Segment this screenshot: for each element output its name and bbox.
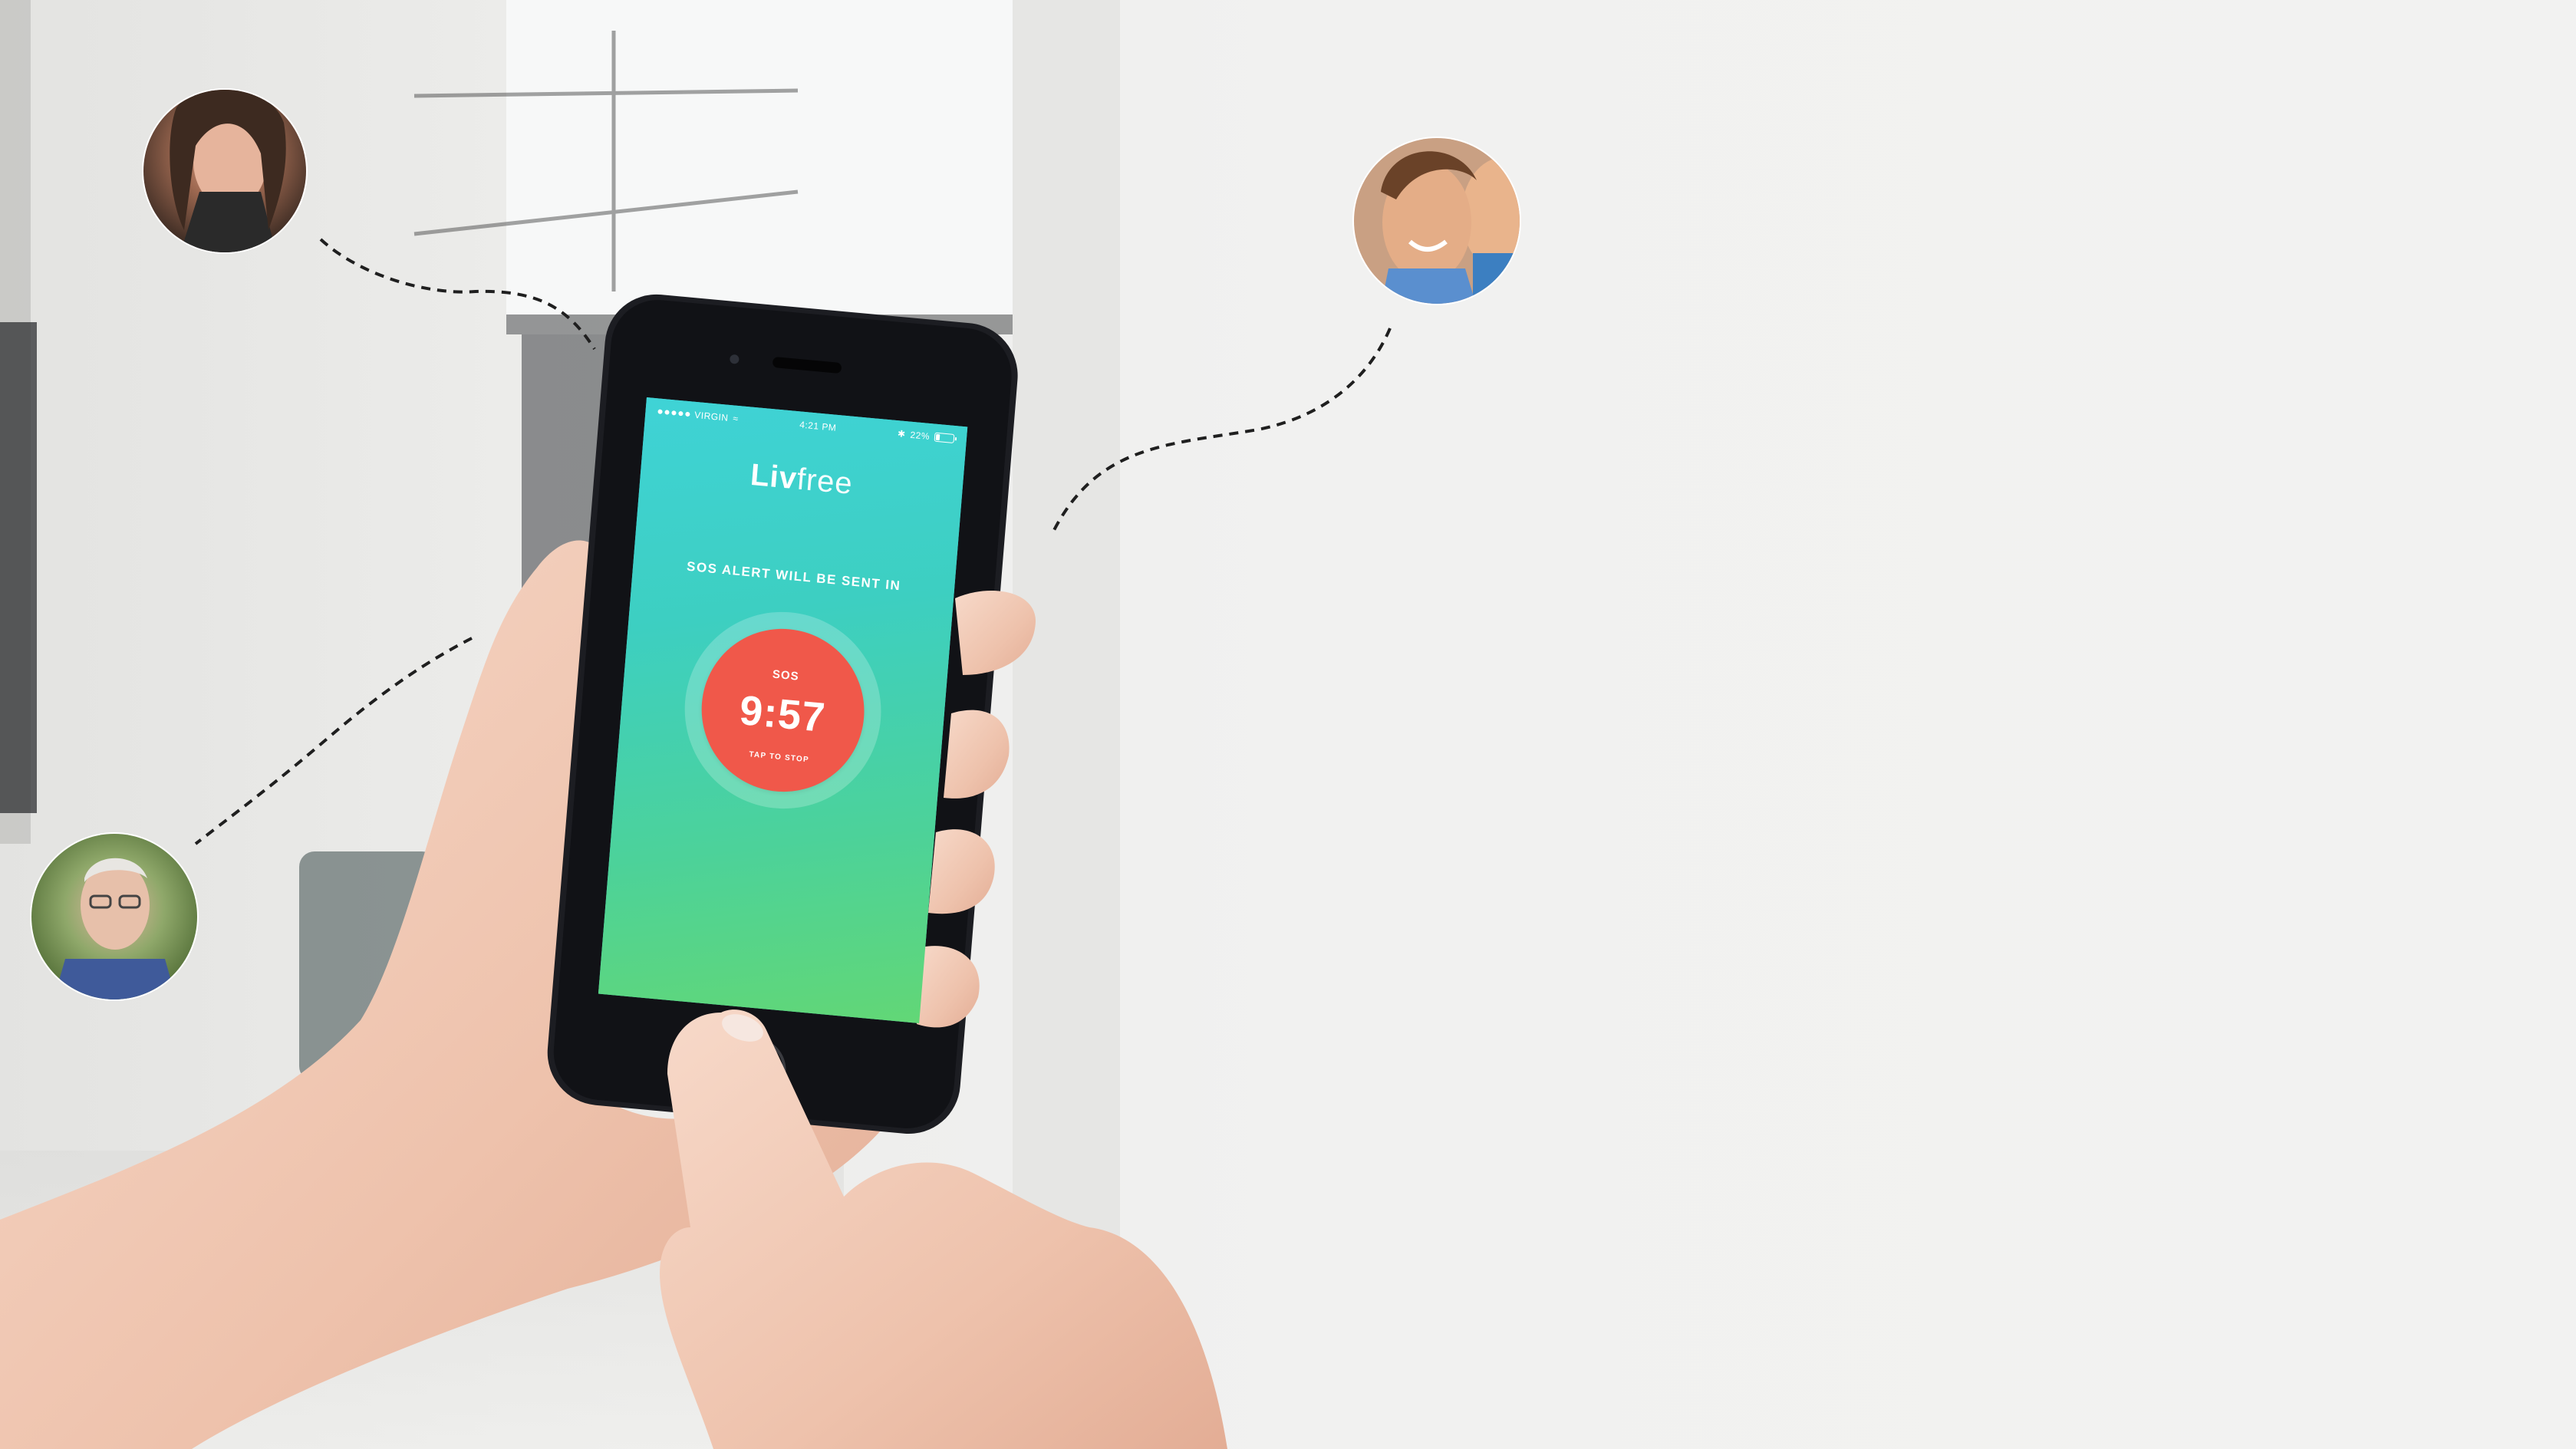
- battery-percent: 22%: [910, 429, 931, 443]
- logo-bold-part: Liv: [749, 457, 799, 496]
- wifi-icon: ≈: [732, 413, 740, 425]
- contact-avatar-older-man: [30, 832, 199, 1001]
- logo-light-part: free: [796, 462, 855, 502]
- sos-caption: SOS ALERT WILL BE SENT IN: [686, 558, 902, 594]
- window-dark-left: [0, 322, 37, 813]
- carrier-label: VIRGIN: [693, 409, 730, 423]
- app-logo: Livfree: [640, 448, 964, 512]
- window-bright: [506, 0, 1013, 314]
- signal-dots-icon: [657, 409, 690, 417]
- bluetooth-icon: ✱: [897, 428, 907, 440]
- scene-illustration: [0, 0, 2576, 1449]
- sos-countdown: 9:57: [737, 687, 828, 742]
- battery-fill: [935, 433, 940, 441]
- battery-icon: [934, 432, 955, 443]
- status-time: 4:21 PM: [799, 419, 837, 433]
- phone-screen: VIRGIN ≈ 4:21 PM ✱ 22% Livfree SOS ALERT…: [598, 397, 968, 1023]
- contact-avatar-woman: [142, 88, 308, 254]
